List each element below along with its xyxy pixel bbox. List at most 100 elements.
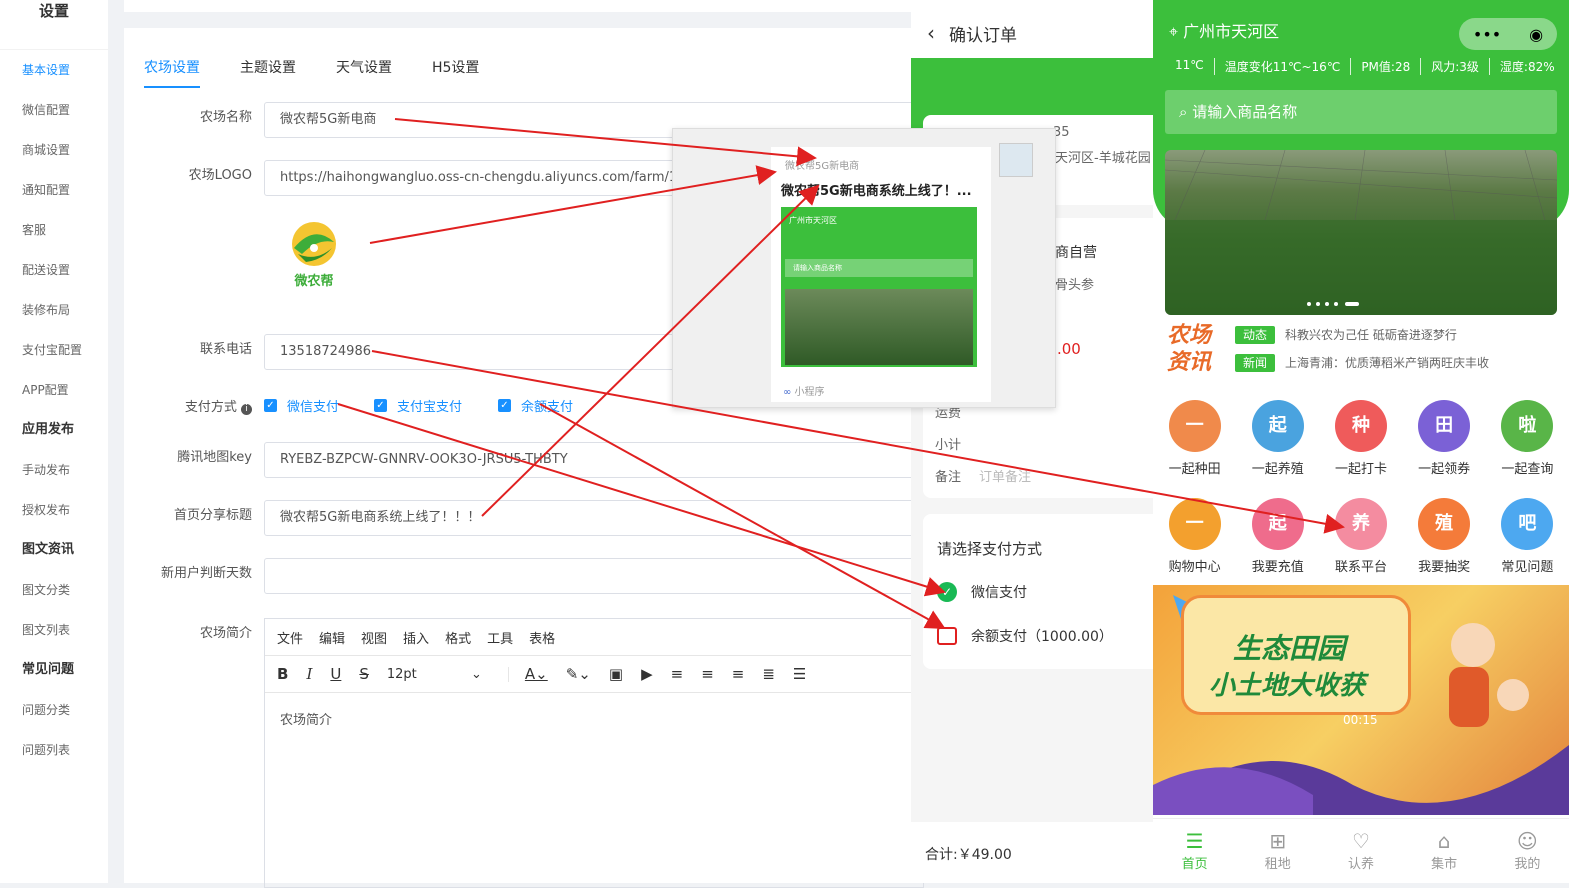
sidebar-item[interactable]: 配送设置	[0, 250, 108, 290]
tabbar-item[interactable]: ⊞ 租地	[1265, 819, 1291, 883]
tabbar-item[interactable]: ⌂ 集市	[1431, 819, 1457, 883]
news-item[interactable]: 动态 科教兴农为己任 砥砺奋进逐梦行	[1235, 326, 1457, 344]
editor-menu-item[interactable]: 视图	[361, 628, 387, 647]
adopt-icon: ♡	[1351, 829, 1370, 853]
avatar	[999, 143, 1033, 177]
sidebar-item[interactable]: 装修布局	[0, 290, 108, 330]
sidebar-item[interactable]: 商城设置	[0, 130, 108, 170]
sidebar-item[interactable]: 客服	[0, 210, 108, 250]
pay-alipay-checkbox[interactable]: ✓ 支付宝支付	[374, 396, 462, 415]
payment-method-card: 请选择支付方式 ✓ 微信支付 余额支付（1000.00）	[923, 514, 1155, 669]
settings-tab[interactable]: H5设置	[432, 58, 479, 88]
italic-icon[interactable]: I	[306, 665, 312, 683]
sidebar-item[interactable]: 支付宝配置	[0, 330, 108, 370]
image-icon[interactable]: ▣	[609, 665, 623, 683]
feature-entry[interactable]: 一购物中心	[1160, 498, 1230, 575]
font-size-select[interactable]: 12pt ⌄	[387, 666, 509, 682]
feature-entry[interactable]: 吧常见问题	[1492, 498, 1562, 575]
share-thumbnail: 广州市天河区 请输入商品名称	[781, 207, 977, 367]
feature-icon: 一	[1168, 400, 1221, 452]
share-title-input[interactable]: 微农帮5G新电商系统上线了！！！	[264, 500, 924, 536]
sidebar-item[interactable]: 基本设置	[0, 50, 108, 90]
strikethrough-icon[interactable]: S	[359, 665, 369, 683]
tabbar-item[interactable]: ☺ 我的	[1514, 819, 1540, 883]
search-icon: ⌕	[1179, 103, 1188, 121]
poster-line2: 小土地大收获	[1209, 671, 1366, 701]
feature-entry[interactable]: 一一起种田	[1160, 400, 1230, 477]
feature-entry[interactable]: 啦一起查询	[1492, 400, 1562, 477]
settings-tab[interactable]: 主题设置	[240, 58, 296, 88]
text-color-icon[interactable]: A⌄	[525, 665, 548, 683]
sidebar-item[interactable]: 问题列表	[0, 730, 108, 770]
editor-menu-item[interactable]: 编辑	[319, 628, 345, 647]
more-icon[interactable]: •••	[1473, 25, 1501, 44]
pay-wechat-checkbox[interactable]: ✓ 微信支付	[264, 396, 339, 415]
top-strip	[124, 0, 914, 12]
sidebar-item[interactable]: 图文列表	[0, 610, 108, 650]
share-thumb-photo	[785, 289, 973, 365]
sidebar-item[interactable]: 问题分类	[0, 690, 108, 730]
sidebar-item[interactable]: 图文资讯	[0, 530, 108, 570]
editor-menu-item[interactable]: 格式	[445, 628, 471, 647]
align-left-icon[interactable]: ≡	[671, 665, 684, 683]
sidebar-item[interactable]: 应用发布	[0, 410, 108, 450]
feature-entry[interactable]: 养联系平台	[1326, 498, 1396, 575]
feature-icon: 啦	[1501, 400, 1554, 452]
sidebar-item[interactable]: 手动发布	[0, 450, 108, 490]
weather-item: 风力:3级	[1421, 58, 1490, 75]
note-input[interactable]: 订单备注	[979, 466, 1031, 485]
farm-news-ticker[interactable]: 农场 资讯 动态 科教兴农为己任 砥砺奋进逐梦行 新闻 上海青浦：优质薄稻米产销两旺庆…	[1165, 322, 1565, 382]
justify-icon[interactable]: ≣	[762, 665, 775, 683]
align-right-icon[interactable]: ≡	[732, 665, 745, 683]
sidebar-item[interactable]: 授权发布	[0, 490, 108, 530]
news-item[interactable]: 新闻 上海青浦：优质薄稻米产销两旺庆丰收	[1235, 354, 1489, 372]
sidebar-item[interactable]: 通知配置	[0, 170, 108, 210]
feature-entry[interactable]: 殖我要抽奖	[1409, 498, 1479, 575]
highlight-icon[interactable]: ✎⌄	[566, 665, 591, 683]
map-key-input[interactable]: RYEBZ-BZPCW-GNNRV-OOK3O-JRSU5-THBTY	[264, 442, 924, 478]
editor-menu-item[interactable]: 工具	[487, 628, 513, 647]
sidebar-item[interactable]: 常见问题	[0, 650, 108, 690]
settings-tab[interactable]: 天气设置	[336, 58, 392, 88]
settings-tab[interactable]: 农场设置	[144, 58, 200, 88]
sidebar-item[interactable]: 图文分类	[0, 570, 108, 610]
tabbar-item[interactable]: ♡ 认养	[1348, 819, 1374, 883]
feature-grid-row2: 一购物中心起我要充值养联系平台殖我要抽奖吧常见问题	[1153, 498, 1569, 575]
farm-logo-image[interactable]: 微农帮	[288, 220, 340, 289]
feature-entry[interactable]: 起我要充值	[1243, 498, 1313, 575]
farm-name-label: 农场名称	[199, 110, 252, 125]
editor-menu-item[interactable]: 插入	[403, 628, 429, 647]
sidebar-item[interactable]: 微信配置	[0, 90, 108, 130]
feature-icon: 殖	[1418, 498, 1471, 550]
bold-icon[interactable]: B	[277, 665, 288, 683]
feature-icon: 吧	[1501, 498, 1554, 550]
bullet-list-icon[interactable]: ☰	[793, 665, 806, 683]
share-card[interactable]: 微农帮5G新电商 微农帮5G新电商系统上线了！... 广州市天河区 请输入商品名…	[771, 147, 991, 402]
editor-menu-item[interactable]: 表格	[529, 628, 555, 647]
media-icon[interactable]: ▶	[641, 665, 653, 683]
pay-option-wechat[interactable]: ✓ 微信支付	[937, 582, 1027, 602]
align-center-icon[interactable]: ≡	[701, 665, 714, 683]
pay-balance-checkbox[interactable]: ✓ 余额支付	[498, 396, 573, 415]
feature-icon: 一	[1168, 498, 1221, 550]
back-icon[interactable]: ‹	[927, 21, 935, 45]
miniprogram-capsule[interactable]: ••• ◉	[1459, 18, 1557, 50]
pay-option-balance[interactable]: 余额支付（1000.00）	[937, 626, 1113, 646]
feature-entry[interactable]: 起一起养殖	[1243, 400, 1313, 477]
home-banner-carousel[interactable]	[1165, 150, 1557, 315]
sidebar-item[interactable]: APP配置	[0, 370, 108, 410]
tabbar-item[interactable]: ☰ 首页	[1182, 819, 1208, 883]
underline-icon[interactable]: U	[330, 665, 341, 683]
close-target-icon[interactable]: ◉	[1529, 25, 1543, 44]
weather-item: 温度变化11℃~16℃	[1215, 58, 1352, 75]
feature-entry[interactable]: 田一起领券	[1409, 400, 1479, 477]
feature-entry[interactable]: 种一起打卡	[1326, 400, 1396, 477]
new-user-input[interactable]	[264, 558, 924, 594]
checkbox-icon: ✓	[498, 399, 511, 412]
promo-poster[interactable]: 生态田园 小土地大收获 00:15	[1153, 585, 1569, 815]
editor-menubar: 文件 编辑 视图 插入 格式 工具 表格	[265, 619, 923, 655]
editor-body[interactable]: 农场简介	[265, 693, 923, 744]
location-selector[interactable]: ⌖ 广州市天河区	[1169, 18, 1279, 42]
product-search-input[interactable]: ⌕ 请输入商品名称	[1165, 90, 1557, 134]
editor-menu-item[interactable]: 文件	[277, 628, 303, 647]
